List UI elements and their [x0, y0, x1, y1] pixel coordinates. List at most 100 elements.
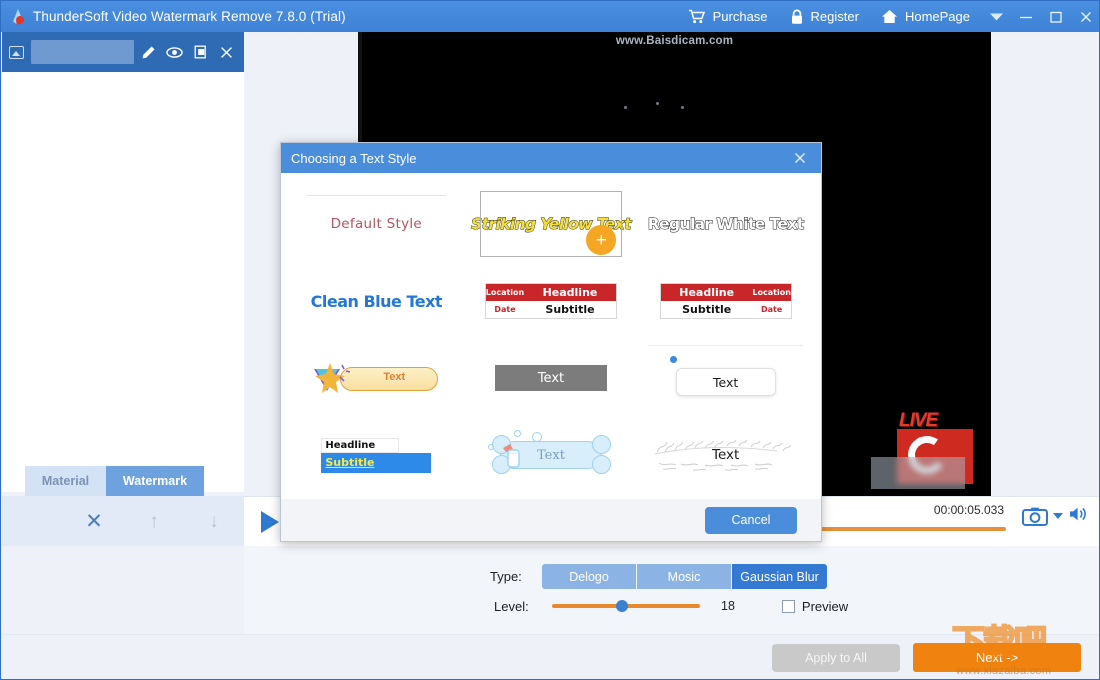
style-option-gray-box-text[interactable]: Text	[464, 341, 639, 415]
apply-to-all-button[interactable]: Apply to All	[772, 644, 900, 672]
close-icon[interactable]	[789, 147, 811, 169]
style-option-news-lower-third-left[interactable]: Location Headline Date Subtitle	[464, 264, 639, 338]
style-option-clean-blue-text[interactable]: Clean Blue Text	[289, 264, 464, 338]
style-preview-headline-subtitle-bar: Headline Subtitle	[321, 437, 432, 473]
camera-icon[interactable]	[1022, 506, 1048, 526]
close-icon[interactable]	[218, 44, 235, 61]
dotcard-text: Text	[713, 374, 739, 390]
style-preview-default-style: Default Style	[330, 216, 423, 232]
bone-text: Text	[537, 447, 565, 463]
style-preview-dot-card-text: Text	[669, 356, 776, 396]
close-icon[interactable]	[1071, 1, 1099, 32]
level-label: Level:	[494, 598, 529, 614]
panel-tabs: Material Watermark	[2, 466, 244, 496]
news-date: Date	[485, 301, 524, 318]
type-option-mosic[interactable]: Mosic	[637, 564, 732, 589]
ribbon-decoration-icon	[312, 361, 354, 395]
style-preview-clean-blue-text: Clean Blue Text	[310, 291, 443, 311]
dialog-footer: Cancel	[281, 499, 821, 541]
news-subtitle: Subtitle	[660, 301, 753, 318]
lock-icon	[790, 9, 804, 25]
style-option-ribbon-badge-text[interactable]: Text	[289, 341, 464, 415]
maximize-icon[interactable]	[1041, 1, 1071, 32]
type-option-delogo[interactable]: Delogo	[542, 564, 637, 589]
move-up-icon[interactable]: ↑	[124, 512, 184, 531]
eye-icon[interactable]	[166, 44, 183, 61]
level-value: 18	[721, 599, 735, 613]
image-thumbnail-icon	[9, 45, 24, 59]
tab-material[interactable]: Material	[25, 466, 106, 496]
register-button[interactable]: Register	[779, 1, 870, 32]
effect-settings: Type: Delogo Mosic Gaussian Blur Level: …	[244, 546, 1099, 634]
type-label: Type:	[490, 569, 522, 584]
title-bar: ThunderSoft Video Watermark Remove 7.8.0…	[1, 1, 1099, 32]
type-option-gaussian-blur[interactable]: Gaussian Blur	[732, 564, 827, 589]
type-row: Type: Delogo Mosic Gaussian Blur	[490, 564, 827, 589]
blur-selection-region[interactable]	[871, 457, 965, 489]
style-preview-grass-sketch-text: Text	[651, 432, 801, 478]
ribbon-text: Text	[383, 371, 406, 384]
text-style-dialog: Choosing a Text Style Default Style Stri…	[280, 142, 822, 542]
style-preview-news-lower-third-left: Location Headline Date Subtitle	[484, 283, 617, 319]
chevron-down-icon[interactable]	[1053, 513, 1063, 519]
purchase-button[interactable]: Purchase	[677, 1, 779, 32]
video-watermark-text: www.Baisdicam.com	[615, 35, 734, 47]
list-action-bar: ✕ ↑ ↓	[2, 496, 244, 546]
shopping-cart-icon	[688, 9, 706, 24]
news-subtitle: Subtitle	[523, 301, 616, 318]
preview-checkbox-box[interactable]	[781, 599, 795, 613]
speaker-icon[interactable]	[1068, 505, 1090, 528]
cancel-button[interactable]: Cancel	[705, 506, 797, 534]
style-option-headline-subtitle-bar[interactable]: Headline Subtitle	[289, 418, 464, 492]
homepage-button[interactable]: HomePage	[870, 1, 981, 32]
application-window: ThunderSoft Video Watermark Remove 7.8.0…	[0, 0, 1100, 680]
headsub-headline: Headline	[321, 437, 400, 453]
level-slider-handle[interactable]	[616, 600, 628, 612]
style-preview-bone-bubble-text: Text	[486, 430, 616, 480]
homepage-label: HomePage	[904, 9, 970, 24]
add-style-badge[interactable]: +	[586, 225, 617, 255]
preview-checkbox-label: Preview	[801, 598, 849, 614]
delete-icon[interactable]: ✕	[64, 511, 124, 532]
dialog-title: Choosing a Text Style	[291, 150, 417, 166]
edit-icon[interactable]	[140, 44, 157, 61]
style-option-dot-card-text[interactable]: Text	[638, 341, 813, 415]
live-badge-label: LIVE	[899, 410, 938, 431]
preview-checkbox[interactable]: Preview	[781, 598, 849, 614]
copy-icon[interactable]	[192, 44, 209, 61]
app-title: ThunderSoft Video Watermark Remove 7.8.0…	[33, 9, 346, 24]
footer-bar: Apply to All Next ->	[2, 634, 1099, 679]
purchase-label: Purchase	[712, 9, 768, 24]
style-preview-regular-white-text: Regular White Text	[647, 215, 804, 234]
style-preview-news-lower-third-right: Headline Location Subtitle Date	[659, 283, 792, 319]
style-option-regular-white-text[interactable]: Regular White Text	[638, 187, 813, 261]
level-slider[interactable]	[552, 598, 700, 614]
move-down-icon[interactable]: ↓	[184, 512, 244, 531]
text-style-grid: Default Style Striking Yellow Text + Reg…	[289, 187, 813, 492]
watermark-item-name[interactable]	[31, 40, 134, 64]
dropdown-icon[interactable]	[981, 1, 1011, 32]
dialog-body: Default Style Striking Yellow Text + Reg…	[281, 173, 821, 513]
blue-dot-icon	[669, 356, 677, 363]
tab-watermark[interactable]: Watermark	[106, 466, 204, 496]
headsub-subtitle: Subtitle	[321, 452, 432, 473]
watermark-item-toolbar	[2, 32, 244, 72]
bottle-icon	[500, 442, 526, 477]
style-option-bone-bubble-text[interactable]: Text	[464, 418, 639, 492]
style-option-striking-yellow-text[interactable]: Striking Yellow Text +	[464, 187, 639, 261]
style-preview-ribbon-badge-text: Text	[312, 361, 440, 395]
news-location: Location	[752, 284, 791, 301]
watermark-list-body[interactable]	[2, 72, 244, 492]
style-option-news-lower-third-right[interactable]: Headline Location Subtitle Date	[638, 264, 813, 338]
grass-text: Text	[712, 447, 740, 463]
news-headline: Headline	[660, 284, 753, 301]
type-segmented-control: Delogo Mosic Gaussian Blur	[542, 564, 827, 589]
style-option-default-style[interactable]: Default Style	[289, 187, 464, 261]
news-date: Date	[752, 301, 791, 318]
watermark-list-panel	[2, 32, 244, 492]
minimize-icon[interactable]	[1011, 1, 1041, 32]
style-option-grass-sketch-text[interactable]: Text	[638, 418, 813, 492]
next-button[interactable]: Next ->	[913, 643, 1081, 672]
timecode-label: 00:00:05.033	[933, 502, 1004, 517]
register-label: Register	[810, 9, 859, 24]
